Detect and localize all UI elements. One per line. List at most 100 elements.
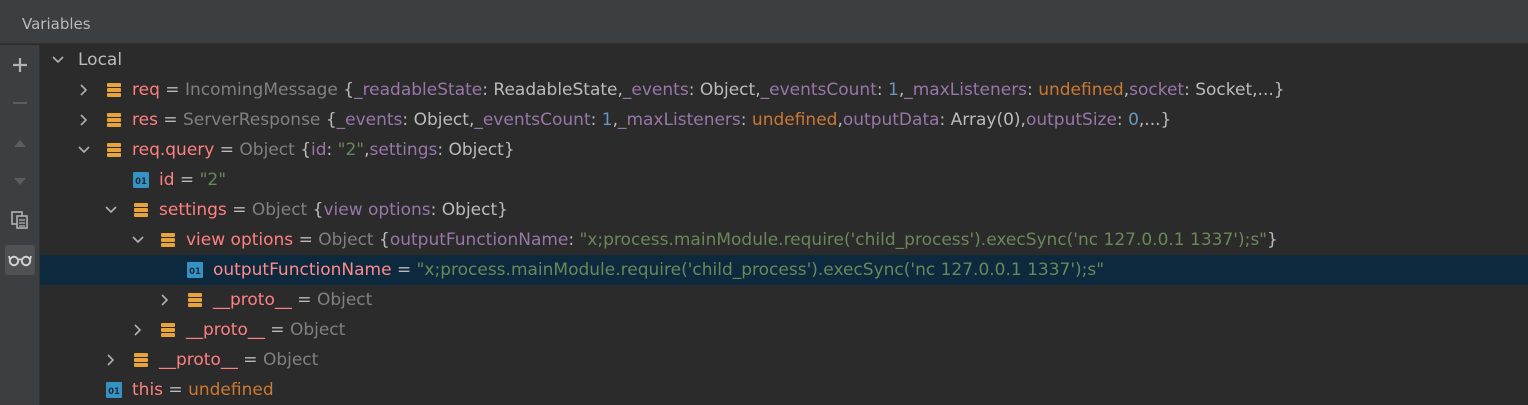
chevron-right-icon[interactable] — [104, 353, 118, 367]
svg-text:01: 01 — [189, 267, 201, 277]
panel-title: Variables — [22, 15, 91, 33]
equals-sign: = — [237, 350, 263, 370]
variable-name: req — [132, 80, 160, 100]
property-value: Array(0) — [950, 110, 1021, 130]
property-value: "x;process.mainModule.require('child_pro… — [579, 230, 1267, 250]
variable-name: this — [132, 380, 164, 400]
svg-text:01: 01 — [108, 387, 120, 397]
copy-button[interactable] — [5, 205, 35, 235]
chevron-right-icon[interactable] — [131, 323, 145, 337]
tree-node-res[interactable]: res = ServerResponse {_events: Object,_e… — [40, 105, 1528, 135]
variable-type: Object — [316, 290, 373, 310]
show-inline-watches-toggle[interactable] — [5, 245, 35, 275]
chevron-right-icon[interactable] — [77, 83, 91, 97]
svg-text:01: 01 — [135, 177, 147, 187]
equals-sign: = — [174, 170, 200, 190]
equals-sign: = — [291, 290, 317, 310]
brace: } — [503, 140, 515, 160]
move-down-button[interactable] — [5, 166, 35, 196]
variable-name: __proto__ — [186, 320, 265, 340]
brace: { — [379, 230, 390, 250]
equals-sign: = — [264, 320, 290, 340]
glasses-icon — [8, 255, 32, 267]
copy-icon — [11, 211, 28, 229]
property-value: Object — [413, 110, 469, 130]
variable-type: IncomingMessage — [184, 80, 344, 100]
tree-node-this[interactable]: 01 this = undefined — [40, 375, 1528, 405]
variable-line: req.query = Object {id: "2",settings: Ob… — [132, 135, 515, 165]
add-watch-button[interactable] — [5, 50, 35, 80]
variable-name: __proto__ — [159, 350, 238, 370]
tree-node-req-query[interactable]: req.query = Object {id: "2",settings: Ob… — [40, 135, 1528, 165]
variable-line: __proto__ = Object — [213, 285, 372, 315]
chevron-down-icon[interactable] — [131, 233, 145, 247]
chevron-down-icon[interactable] — [104, 203, 118, 217]
colon: : — [939, 110, 951, 130]
field-icon — [134, 203, 148, 217]
equals-sign: = — [293, 230, 319, 250]
variable-name: res — [132, 110, 158, 130]
field-icon — [134, 353, 148, 367]
tree-node-req[interactable]: req = IncomingMessage {_readableState: R… — [40, 75, 1528, 105]
variable-line: req = IncomingMessage {_readableState: R… — [132, 75, 1285, 105]
variable-line: __proto__ = Object — [159, 345, 318, 375]
property-key: _eventsCount — [474, 110, 591, 130]
equals-sign: = — [226, 200, 252, 220]
field-icon — [107, 83, 121, 97]
variable-name: settings — [159, 200, 227, 220]
property-key: _maxListeners — [617, 110, 741, 130]
colon: : — [740, 110, 752, 130]
remove-watch-button[interactable] — [5, 88, 35, 118]
property-key: outputFunctionName — [389, 230, 569, 250]
primitive-value-icon: 01 — [187, 262, 203, 278]
variable-name: outputFunctionName — [213, 260, 392, 280]
variable-value: "x;process.mainModule.require('child_pro… — [416, 260, 1105, 280]
property-value: undefined — [751, 110, 838, 130]
plus-icon — [13, 58, 27, 72]
tree-node-id[interactable]: 01 id = "2" — [40, 165, 1528, 195]
chevron-down-icon[interactable] — [51, 53, 65, 67]
variable-type: Object — [262, 350, 319, 370]
ellipsis: ,...} — [1138, 110, 1172, 130]
move-up-button[interactable] — [5, 128, 35, 158]
colon: : — [1027, 80, 1039, 100]
property-key: _events — [622, 80, 689, 100]
property-key: view options — [323, 200, 431, 220]
property-key: _events — [336, 110, 403, 130]
variable-type: Object — [251, 200, 313, 220]
colon: : — [437, 140, 449, 160]
tree-node-view-options[interactable]: view options = Object {outputFunctionNam… — [40, 225, 1528, 255]
variable-name: __proto__ — [213, 290, 292, 310]
variable-type: ServerResponse — [183, 110, 326, 130]
property-key: socket — [1129, 80, 1185, 100]
equals-sign: = — [391, 260, 417, 280]
field-icon — [107, 143, 121, 157]
variables-panel-header: Variables — [0, 0, 1528, 44]
colon: : — [1184, 80, 1196, 100]
variable-name: req.query — [132, 140, 215, 160]
colon: : — [688, 80, 700, 100]
variable-line: res = ServerResponse {_events: Object,_e… — [132, 105, 1171, 135]
tree-node-output-function-name[interactable]: 01 outputFunctionName = "x;process.mainM… — [40, 255, 1528, 285]
property-value: undefined — [1038, 80, 1124, 100]
tree-node-proto[interactable]: __proto__ = Object — [40, 315, 1528, 345]
tree-node-settings[interactable]: settings = Object {view options: Object} — [40, 195, 1528, 225]
property-value: 0 — [1128, 110, 1139, 130]
ellipsis: ,...} — [1252, 80, 1285, 100]
chevron-right-icon[interactable] — [77, 113, 91, 127]
variable-line: view options = Object {outputFunctionNam… — [186, 225, 1278, 255]
variable-line: this = undefined — [132, 375, 274, 405]
chevron-down-icon[interactable] — [77, 143, 91, 157]
brace: { — [343, 80, 355, 100]
field-icon — [161, 323, 175, 337]
brace: { — [300, 140, 312, 160]
property-value: Object — [448, 140, 504, 160]
tree-node-local[interactable]: Local — [40, 45, 1528, 75]
tree-node-proto[interactable]: __proto__ = Object — [40, 345, 1528, 375]
colon: : — [326, 140, 338, 160]
field-icon — [107, 113, 121, 127]
property-value: "2" — [337, 140, 365, 160]
field-icon — [161, 233, 175, 247]
chevron-right-icon[interactable] — [158, 293, 172, 307]
tree-node-proto[interactable]: __proto__ = Object — [40, 285, 1528, 315]
